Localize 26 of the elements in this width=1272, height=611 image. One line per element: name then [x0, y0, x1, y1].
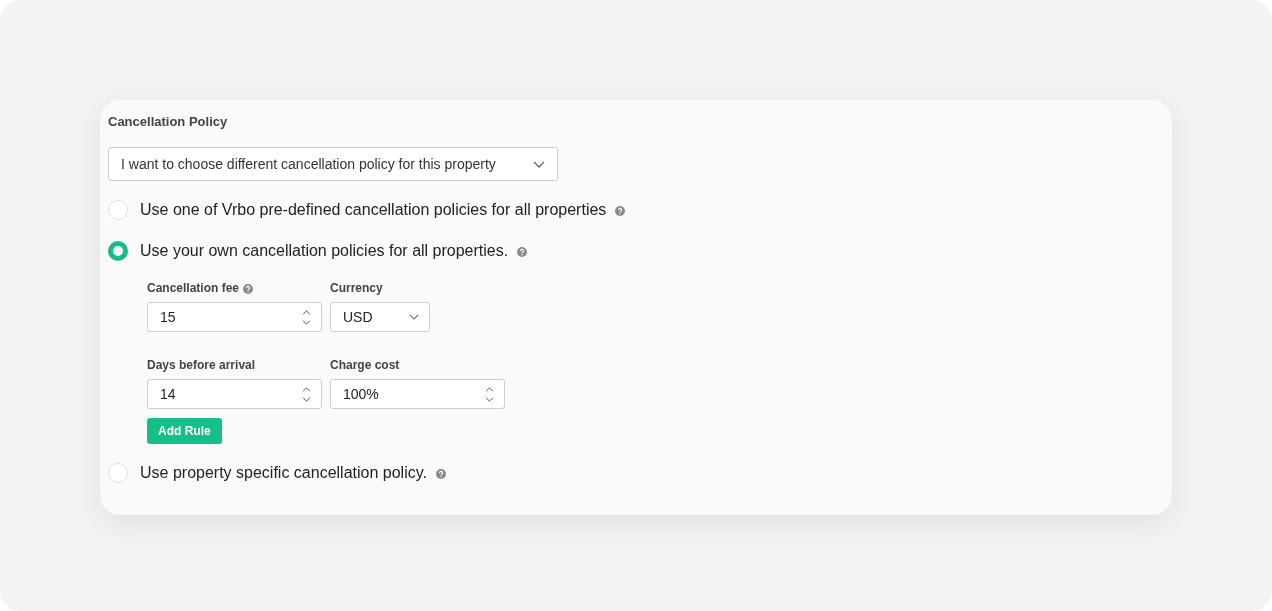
decrement-chevron-icon[interactable] — [485, 396, 494, 402]
help-icon[interactable] — [615, 205, 626, 216]
field-label: Cancellation fee — [147, 281, 240, 295]
option-label[interactable]: Use one of Vrbo pre-defined cancellation policies for all properties — [140, 201, 607, 219]
chevron-down-icon — [409, 314, 419, 320]
policy-dropdown[interactable]: I want to choose different cancellation policy for this property — [108, 147, 558, 181]
field-label: Charge cost — [330, 358, 400, 372]
field-label: Days before arrival — [147, 358, 256, 372]
number-input[interactable]: 15 — [147, 302, 322, 332]
currency-dropdown[interactable]: USD — [330, 302, 430, 332]
help-icon[interactable] — [243, 283, 254, 294]
increment-chevron-icon[interactable] — [485, 386, 494, 392]
chevron-down-icon — [533, 160, 545, 168]
increment-chevron-icon[interactable] — [302, 386, 311, 392]
number-input[interactable]: 100% — [330, 379, 505, 409]
option-label[interactable]: Use property specific cancellation policy. — [140, 464, 427, 482]
field-label: Currency — [330, 281, 383, 295]
decrement-chevron-icon[interactable] — [302, 396, 311, 402]
option-label[interactable]: Use your own cancellation policies for all properties. — [140, 242, 509, 260]
help-icon[interactable] — [435, 468, 446, 479]
radio-button[interactable] — [108, 241, 128, 261]
help-icon[interactable] — [517, 246, 528, 257]
increment-chevron-icon[interactable] — [302, 309, 311, 315]
section-title: Cancellation Policy — [108, 113, 228, 131]
decrement-chevron-icon[interactable] — [302, 319, 311, 325]
number-input[interactable]: 14 — [147, 379, 322, 409]
